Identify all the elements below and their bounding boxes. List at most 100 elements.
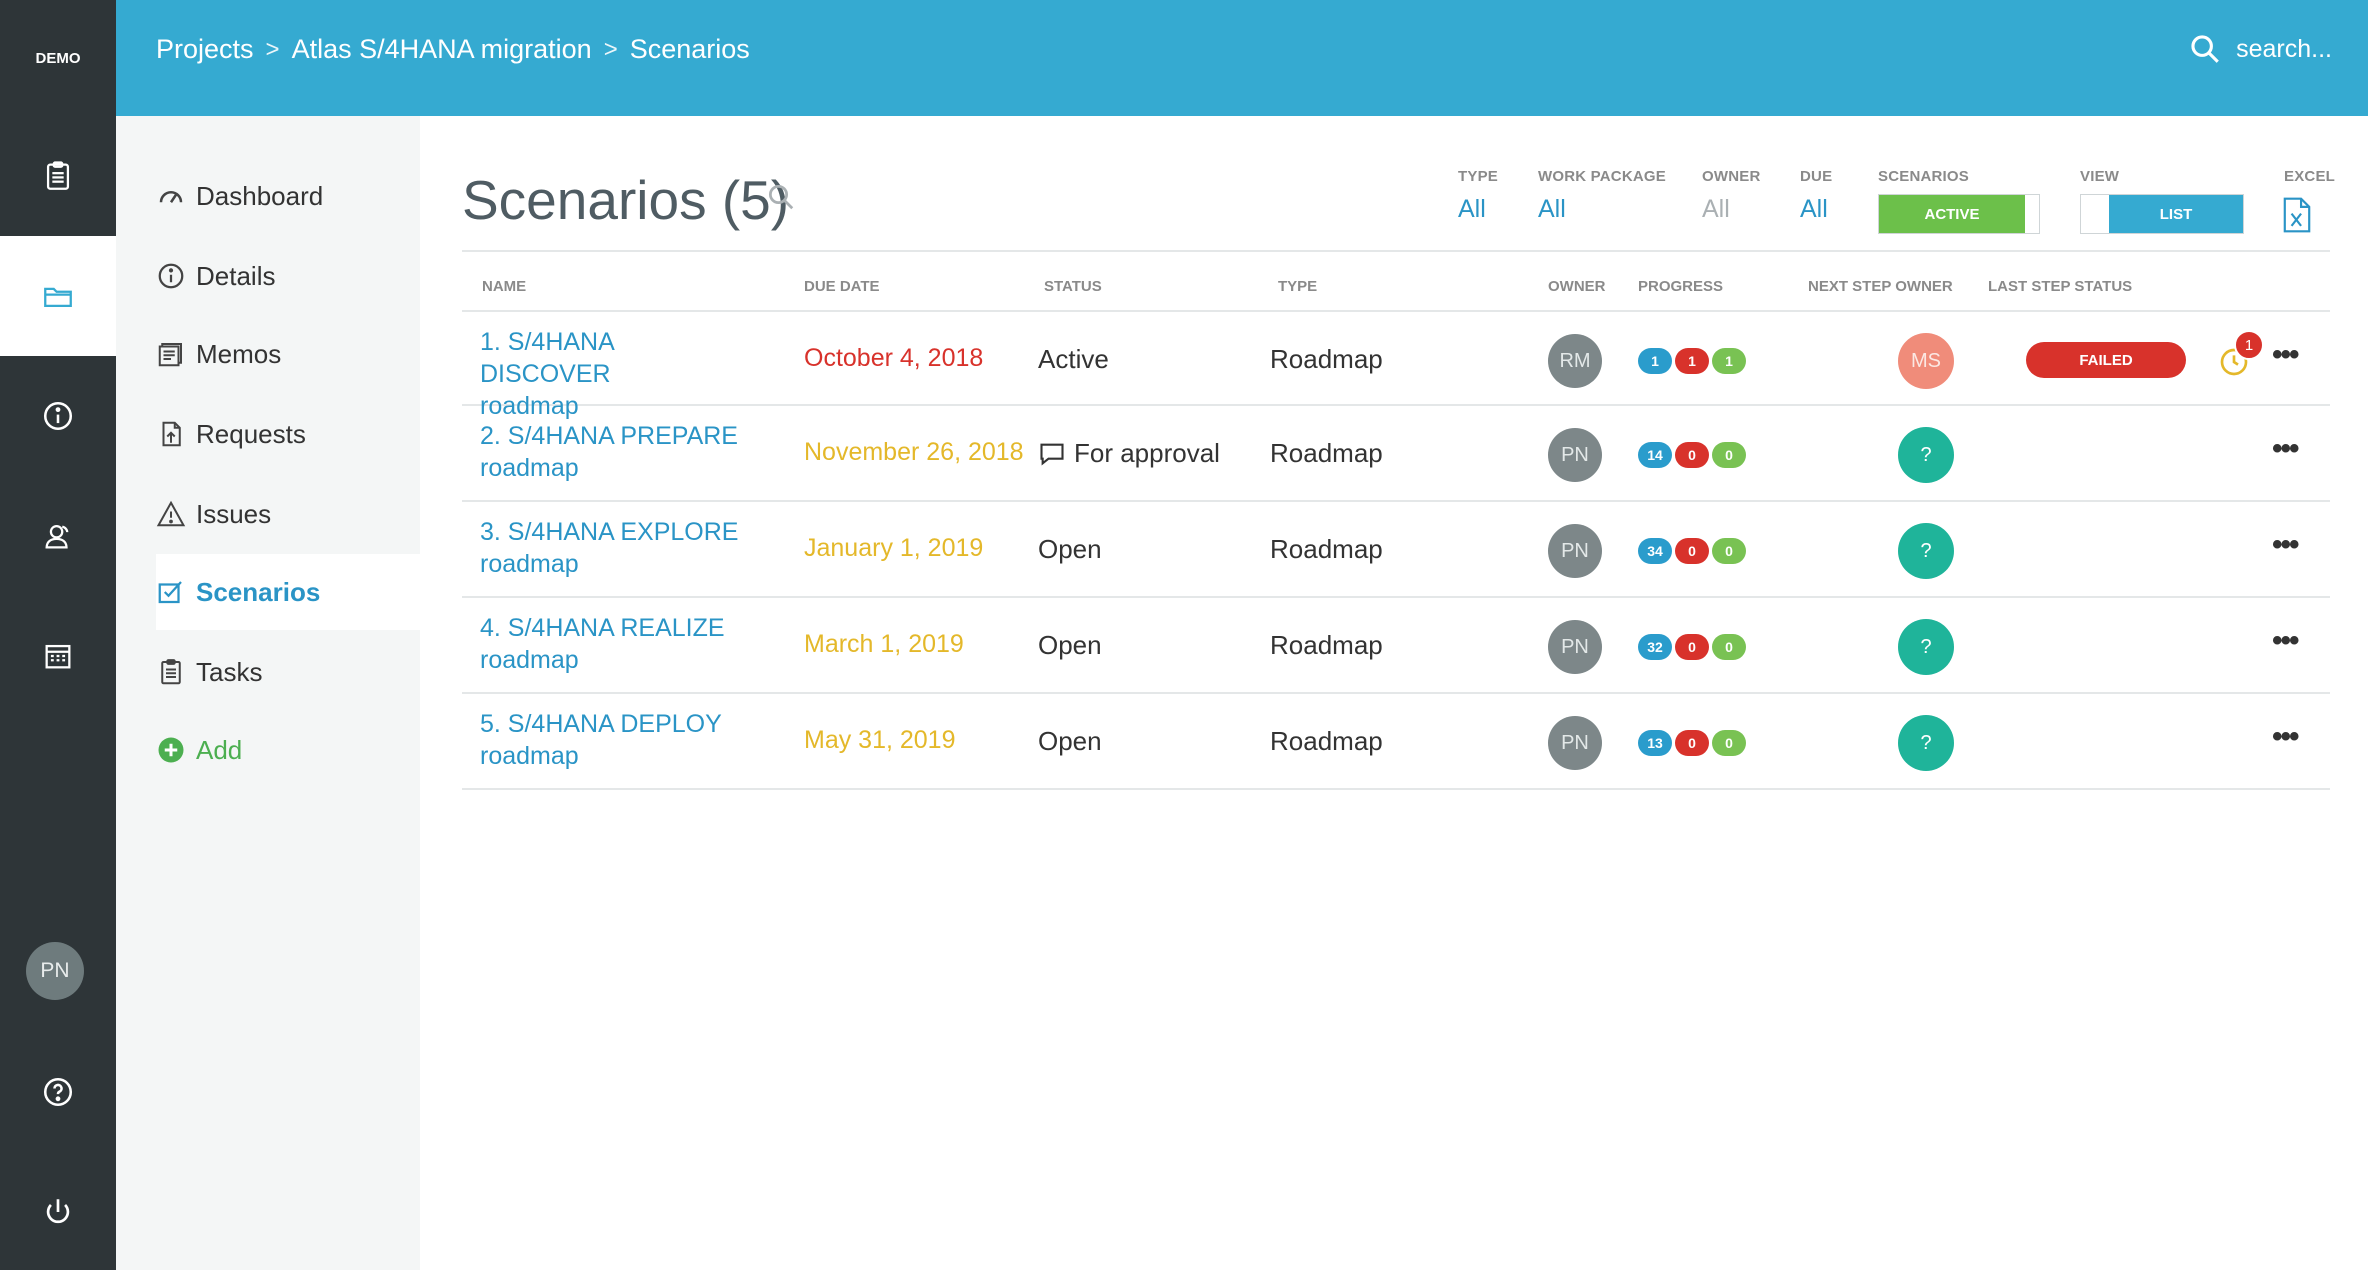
nav-details[interactable]: Details bbox=[156, 238, 420, 314]
row-more-menu[interactable]: ••• bbox=[2272, 624, 2299, 658]
info-icon bbox=[43, 401, 73, 431]
table-row[interactable]: 5. S/4HANA DEPLOY roadmap May 31, 2019 O… bbox=[462, 694, 2330, 790]
owner-avatar[interactable]: PN bbox=[1548, 428, 1602, 482]
breadcrumb-project[interactable]: Atlas S/4HANA migration bbox=[292, 34, 592, 65]
table-row[interactable]: 1. S/4HANA DISCOVER roadmap October 4, 2… bbox=[462, 310, 2330, 420]
scenario-name-line1[interactable]: 3. S/4HANA EXPLORE bbox=[480, 516, 750, 548]
column-header-name[interactable]: NAME bbox=[482, 278, 526, 295]
next-step-owner-avatar[interactable]: ? bbox=[1898, 715, 1954, 771]
status-label: Active bbox=[1038, 344, 1109, 374]
column-header-next-step-owner[interactable]: NEXT STEP OWNER bbox=[1808, 278, 1953, 295]
project-nav: Dashboard Details Memos Requests Issues … bbox=[116, 116, 420, 1270]
table-row[interactable]: 2. S/4HANA PREPARE roadmap November 26, … bbox=[462, 406, 2330, 502]
scenario-name-line1[interactable]: 1. S/4HANA DISCOVER bbox=[480, 326, 750, 390]
nav-requests[interactable]: Requests bbox=[156, 396, 420, 472]
row-more-menu[interactable]: ••• bbox=[2272, 338, 2299, 372]
progress-passed-count: 0 bbox=[1712, 730, 1746, 756]
filter-work-package[interactable]: WORK PACKAGE All bbox=[1538, 168, 1666, 224]
column-header-owner[interactable]: OWNER bbox=[1548, 278, 1606, 295]
excel-export-icon[interactable] bbox=[2280, 196, 2314, 234]
breadcrumb-projects[interactable]: Projects bbox=[156, 34, 254, 65]
rail-calendar[interactable] bbox=[0, 596, 116, 716]
column-header-type[interactable]: TYPE bbox=[1278, 278, 1317, 295]
nav-label: Dashboard bbox=[196, 180, 324, 211]
column-header-last-step-status[interactable]: LAST STEP STATUS bbox=[1988, 278, 2132, 295]
progress-open-count: 14 bbox=[1638, 442, 1672, 468]
nav-scenarios[interactable]: Scenarios bbox=[156, 554, 420, 630]
scenario-name-link[interactable]: 5. S/4HANA DEPLOY roadmap bbox=[480, 708, 750, 772]
view-toggle[interactable]: LIST bbox=[2080, 194, 2244, 234]
global-search[interactable]: search... bbox=[2188, 32, 2332, 66]
page-title: Scenarios (5) bbox=[462, 169, 790, 231]
rail-info[interactable] bbox=[0, 356, 116, 476]
column-header-progress[interactable]: PROGRESS bbox=[1638, 278, 1723, 295]
owner-avatar[interactable]: PN bbox=[1548, 524, 1602, 578]
scenario-name-link[interactable]: 2. S/4HANA PREPARE roadmap bbox=[480, 420, 750, 484]
nav-dashboard[interactable]: Dashboard bbox=[156, 158, 420, 234]
toggle-active[interactable]: ACTIVE bbox=[1879, 195, 2025, 233]
owner-avatar[interactable]: PN bbox=[1548, 716, 1602, 770]
filter-type[interactable]: TYPE All bbox=[1458, 168, 1498, 224]
filter-value[interactable]: All bbox=[1458, 195, 1498, 224]
filter-label: EXCEL bbox=[2284, 168, 2336, 185]
next-step-owner-avatar[interactable]: MS bbox=[1898, 333, 1954, 389]
column-header-status[interactable]: STATUS bbox=[1044, 278, 1102, 295]
type-text: Roadmap bbox=[1270, 438, 1383, 468]
scenario-name-line2[interactable]: roadmap bbox=[480, 452, 750, 484]
notification-badge: 1 bbox=[2234, 330, 2264, 360]
row-more-menu[interactable]: ••• bbox=[2272, 720, 2299, 754]
next-step-owner-avatar[interactable]: ? bbox=[1898, 427, 1954, 483]
scenario-name-line2[interactable]: roadmap bbox=[480, 548, 750, 580]
search-icon[interactable] bbox=[766, 182, 796, 212]
next-step-owner-avatar[interactable]: ? bbox=[1898, 523, 1954, 579]
nav-memos[interactable]: Memos bbox=[156, 316, 420, 392]
rail-logout[interactable] bbox=[0, 1152, 116, 1270]
filter-label: TYPE bbox=[1458, 168, 1498, 185]
user-avatar[interactable]: PN bbox=[26, 942, 84, 1000]
filter-value[interactable]: All bbox=[1800, 195, 1832, 224]
table-row[interactable]: 3. S/4HANA EXPLORE roadmap January 1, 20… bbox=[462, 502, 2330, 598]
type-text: Roadmap bbox=[1270, 344, 1383, 374]
rail-clipboard[interactable] bbox=[0, 116, 116, 236]
filter-value[interactable]: All bbox=[1538, 195, 1666, 224]
row-more-menu[interactable]: ••• bbox=[2272, 432, 2299, 466]
comment-icon bbox=[1040, 443, 1064, 466]
nav-label: Requests bbox=[196, 418, 306, 449]
search-placeholder[interactable]: search... bbox=[2236, 35, 2332, 64]
scenario-name-line1[interactable]: 2. S/4HANA PREPARE bbox=[480, 420, 750, 452]
scenario-name-link[interactable]: 3. S/4HANA EXPLORE roadmap bbox=[480, 516, 750, 580]
toggle-list[interactable]: LIST bbox=[2109, 195, 2243, 233]
filter-due[interactable]: DUE All bbox=[1800, 168, 1832, 224]
scenario-name-link[interactable]: 4. S/4HANA REALIZE roadmap bbox=[480, 612, 750, 676]
nav-add[interactable]: Add bbox=[156, 712, 420, 788]
add-icon bbox=[158, 737, 184, 763]
status-text: Open bbox=[1038, 726, 1102, 757]
scenarios-toggle[interactable]: ACTIVE bbox=[1878, 194, 2040, 234]
nav-issues[interactable]: Issues bbox=[156, 476, 420, 552]
progress-pills: 14 0 0 bbox=[1638, 442, 1746, 468]
filter-owner[interactable]: OWNER All bbox=[1702, 168, 1761, 224]
row-more-menu[interactable]: ••• bbox=[2272, 528, 2299, 562]
scenario-name-line1[interactable]: 4. S/4HANA REALIZE bbox=[480, 612, 750, 644]
filter-value[interactable]: All bbox=[1702, 195, 1761, 224]
rail-projects[interactable] bbox=[0, 236, 116, 356]
brand-logo[interactable]: DEMO bbox=[0, 0, 116, 116]
table-row[interactable]: 4. S/4HANA REALIZE roadmap March 1, 2019… bbox=[462, 598, 2330, 694]
rail-users[interactable] bbox=[0, 476, 116, 596]
owner-avatar[interactable]: PN bbox=[1548, 620, 1602, 674]
scenario-name-line2[interactable]: roadmap bbox=[480, 740, 750, 772]
next-step-owner-avatar[interactable]: ? bbox=[1898, 619, 1954, 675]
due-date: March 1, 2019 bbox=[804, 630, 964, 658]
rail-help[interactable] bbox=[0, 1032, 116, 1152]
nav-tasks[interactable]: Tasks bbox=[156, 634, 420, 710]
scenario-name-line1[interactable]: 5. S/4HANA DEPLOY bbox=[480, 708, 750, 740]
nav-label: Tasks bbox=[196, 656, 263, 687]
nav-label: Scenarios bbox=[196, 576, 321, 607]
progress-failed-count: 0 bbox=[1675, 730, 1709, 756]
progress-passed-count: 0 bbox=[1712, 442, 1746, 468]
warning-icon bbox=[156, 500, 186, 527]
filter-label: OWNER bbox=[1702, 168, 1761, 185]
owner-avatar[interactable]: RM bbox=[1548, 334, 1602, 388]
column-header-due-date[interactable]: DUE DATE bbox=[804, 278, 880, 295]
scenario-name-line2[interactable]: roadmap bbox=[480, 644, 750, 676]
